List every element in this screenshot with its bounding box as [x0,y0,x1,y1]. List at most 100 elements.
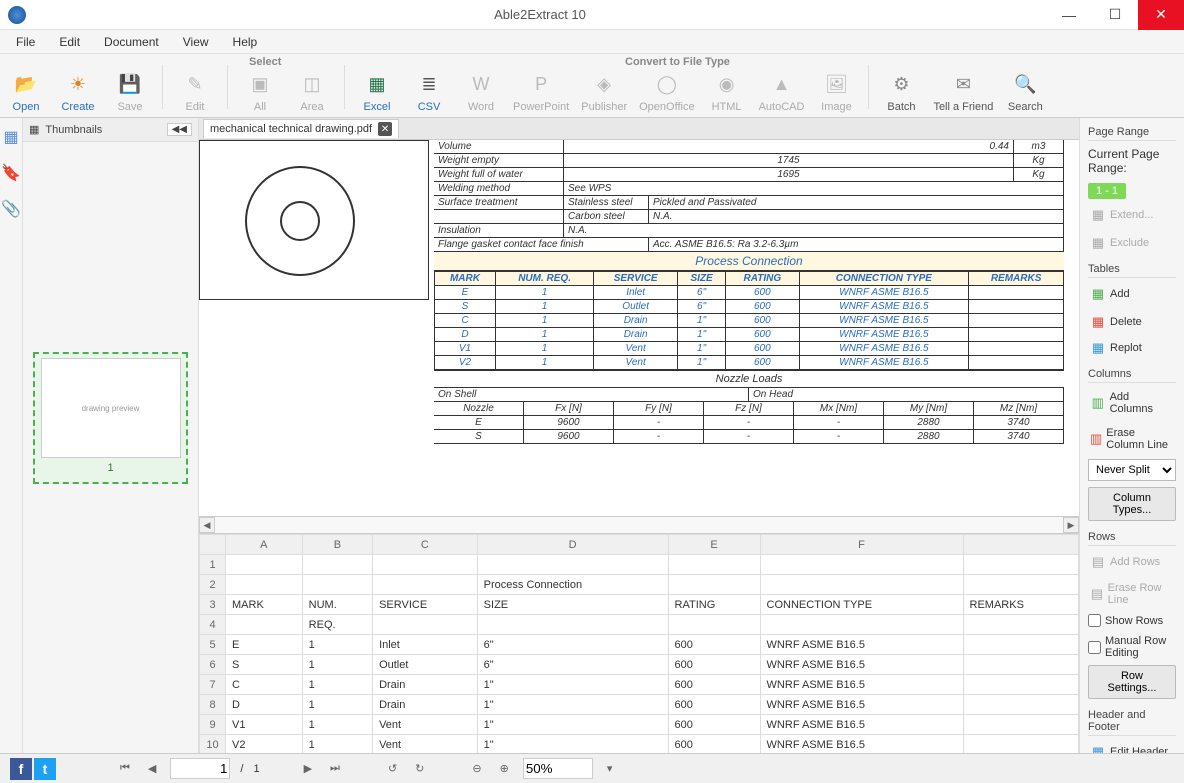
add-columns-button[interactable]: ▥Add Columns [1088,389,1176,417]
word-icon: W [468,71,494,97]
left-sidebar: ▦ 🔖 📎 [0,118,23,753]
zoom-out-button[interactable]: ⊖ [468,760,485,777]
twitter-button[interactable]: t [34,758,56,780]
page-separator: / [240,763,243,775]
attachment-icon[interactable]: 📎 [0,198,22,220]
document-tab-label: mechanical technical drawing.pdf [210,123,372,135]
show-rows-checkbox[interactable]: Show Rows [1088,614,1163,627]
app-title: Able2Extract 10 [34,7,1046,22]
erase-column-button[interactable]: ▥Erase Column Line [1088,425,1176,453]
close-tab-button[interactable]: ✕ [378,122,392,136]
thumbnail-page-1[interactable]: drawing preview 1 [33,352,188,484]
pencil-icon: ✎ [182,71,208,97]
thumbnails-view-icon[interactable]: ▦ [0,126,22,148]
window-maximize-button[interactable]: ☐ [1092,0,1138,30]
convert-ppt-button[interactable]: PPowerPoint [507,55,575,117]
thumbnails-icon: ▦ [29,123,39,136]
spreadsheet-preview[interactable]: ABCDEF 1 2Process Connection 3MARKNUM.SE… [199,533,1079,753]
menu-file[interactable]: File [6,33,45,51]
convert-excel-button[interactable]: ▦Excel [351,55,403,117]
menu-edit[interactable]: Edit [49,33,90,51]
first-page-button[interactable]: ⏮ [116,760,134,777]
sun-icon: ☀ [65,71,91,97]
current-page-range-label: Current Page Range: [1088,147,1176,175]
add-table-button[interactable]: ▦Add [1088,284,1132,304]
extend-range-button[interactable]: ▦Extend... [1088,205,1155,225]
nozzle-loads-header: Nozzle Loads [434,370,1064,388]
window-minimize-button[interactable]: — [1046,0,1092,30]
tell-friend-button[interactable]: ✉Tell a Friend [927,55,999,117]
menu-help[interactable]: Help [223,33,268,51]
columns-title: Columns [1088,368,1176,383]
page-total: 1 [253,763,259,775]
group-label-convert: Convert to File Type [625,56,730,68]
page-input[interactable] [170,758,230,779]
replot-button[interactable]: ▦Replot [1088,338,1144,358]
rows-title: Rows [1088,531,1176,546]
split-select[interactable]: Never Split [1088,459,1176,481]
binoculars-icon: 🔍 [1012,71,1038,97]
prev-page-button[interactable]: ◀ [144,760,160,777]
next-page-button[interactable]: ▶ [300,760,316,777]
save-button[interactable]: 💾Save [104,55,156,117]
menu-view[interactable]: View [173,33,219,51]
horizontal-scrollbar[interactable]: ◀▶ [199,517,1079,533]
rotate-cw-button[interactable]: ↻ [411,760,428,777]
thumbnails-panel: ▦ Thumbnails ◀◀ drawing preview 1 [23,118,199,753]
exclude-range-button[interactable]: ▦Exclude [1088,233,1151,253]
erase-row-button[interactable]: ▤Erase Row Line [1088,580,1176,608]
cursor-icon: ▣ [247,71,273,97]
autocad-icon: ▲ [769,71,795,97]
tables-title: Tables [1088,263,1176,278]
facebook-button[interactable]: f [10,758,32,780]
menu-bar: File Edit Document View Help [0,30,1184,54]
envelope-icon: ✉ [950,71,976,97]
convert-image-button[interactable]: 🖼Image [810,55,862,117]
pdf-viewport[interactable]: Volume0.44m3 Weight empty1745Kg Weight f… [199,140,1079,517]
search-button[interactable]: 🔍Search [999,55,1051,117]
process-connection-table: MARK NUM. REQ. SERVICE SIZE RATING CONNE… [434,271,1064,370]
open-button[interactable]: 📂Open [0,55,52,117]
convert-autocad-button[interactable]: ▲AutoCAD [753,55,811,117]
excel-icon: ▦ [364,71,390,97]
csv-icon: ≣ [416,71,442,97]
select-area-button[interactable]: ◫Area [286,55,338,117]
last-page-button[interactable]: ⏭ [326,760,344,777]
row-settings-button[interactable]: Row Settings... [1088,665,1176,699]
add-rows-button[interactable]: ▤Add Rows [1088,552,1162,572]
zoom-input[interactable] [523,758,593,779]
zoom-dropdown-button[interactable]: ▾ [603,760,617,777]
header-footer-title: Header and Footer [1088,709,1176,736]
rotate-ccw-button[interactable]: ↺ [384,760,401,777]
thumbnail-image: drawing preview [41,358,181,458]
publisher-icon: ◈ [591,71,617,97]
bookmark-icon[interactable]: 🔖 [0,162,22,184]
toolbar: Select Convert to File Type 📂Open ☀Creat… [0,54,1184,118]
zoom-in-button[interactable]: ⊕ [496,760,513,777]
document-tab[interactable]: mechanical technical drawing.pdf ✕ [203,119,399,138]
status-bar: f t ⏮ ◀ / 1 ▶ ⏭ ↺ ↻ ⊖ ⊕ ▾ [0,753,1184,783]
thumbnail-number: 1 [107,458,113,478]
app-icon [8,6,26,24]
mechanical-drawing [199,140,429,300]
manual-row-checkbox[interactable]: Manual Row Editing [1088,635,1176,659]
gear-icon: ⚙ [888,71,914,97]
image-icon: 🖼 [823,71,849,97]
edit-header-button[interactable]: ▦Edit Header [1088,742,1170,753]
powerpoint-icon: P [528,71,554,97]
edit-button[interactable]: ✎Edit [169,55,221,117]
title-bar: Able2Extract 10 — ☐ ✕ [0,0,1184,30]
convert-word-button[interactable]: WWord [455,55,507,117]
batch-button[interactable]: ⚙Batch [875,55,927,117]
collapse-panel-button[interactable]: ◀◀ [167,123,192,136]
window-close-button[interactable]: ✕ [1138,0,1184,30]
column-types-button[interactable]: Column Types... [1088,487,1176,521]
settings-panel: Page Range Current Page Range: 1 - 1 ▦Ex… [1079,118,1184,753]
menu-document[interactable]: Document [94,33,169,51]
process-connection-header: Process Connection [434,252,1064,271]
current-page-range-value: 1 - 1 [1088,183,1126,199]
save-icon: 💾 [117,71,143,97]
convert-csv-button[interactable]: ≣CSV [403,55,455,117]
create-button[interactable]: ☀Create [52,55,104,117]
delete-table-button[interactable]: ▦Delete [1088,312,1144,332]
